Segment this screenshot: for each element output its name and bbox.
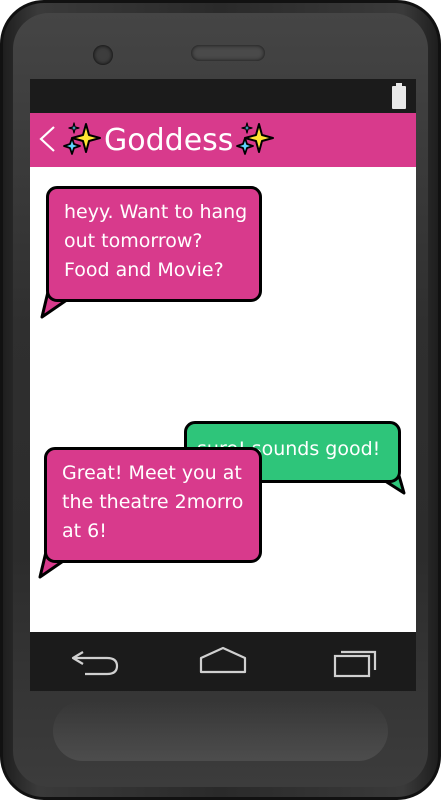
message-line: out tomorrow? bbox=[64, 230, 203, 252]
chevron-left-icon[interactable] bbox=[36, 123, 58, 155]
phone-screen: Goddess heyy. Want to hang out tomorrow?… bbox=[30, 79, 416, 691]
status-bar bbox=[30, 79, 416, 113]
home-icon[interactable] bbox=[193, 644, 253, 680]
message-line: the theatre 2morro bbox=[62, 491, 244, 513]
chat-header: Goddess bbox=[30, 113, 416, 167]
battery-icon bbox=[392, 83, 406, 109]
contact-name: Goddess bbox=[104, 122, 234, 158]
sparkles-icon bbox=[63, 122, 101, 155]
front-camera bbox=[93, 45, 113, 65]
earpiece-speaker bbox=[191, 45, 265, 61]
bezel-shine bbox=[53, 701, 388, 761]
message-bubble-incoming: heyy. Want to hang out tomorrow? Food an… bbox=[46, 186, 262, 302]
message-line: at 6! bbox=[62, 520, 107, 542]
chat-title: Goddess bbox=[62, 113, 275, 167]
message-list: heyy. Want to hang out tomorrow? Food an… bbox=[30, 167, 416, 632]
message-line: heyy. Want to hang bbox=[64, 201, 248, 223]
navigation-bar bbox=[30, 632, 416, 691]
back-icon[interactable] bbox=[67, 644, 127, 680]
message-line: Food and Movie? bbox=[64, 259, 224, 281]
phone-frame: Goddess heyy. Want to hang out tomorrow?… bbox=[0, 0, 441, 800]
message-line: Great! Meet you at bbox=[62, 462, 242, 484]
message-bubble-incoming: Great! Meet you at the theatre 2morro at… bbox=[44, 447, 262, 563]
sparkles-icon bbox=[236, 122, 275, 155]
recent-apps-icon[interactable] bbox=[327, 644, 387, 680]
